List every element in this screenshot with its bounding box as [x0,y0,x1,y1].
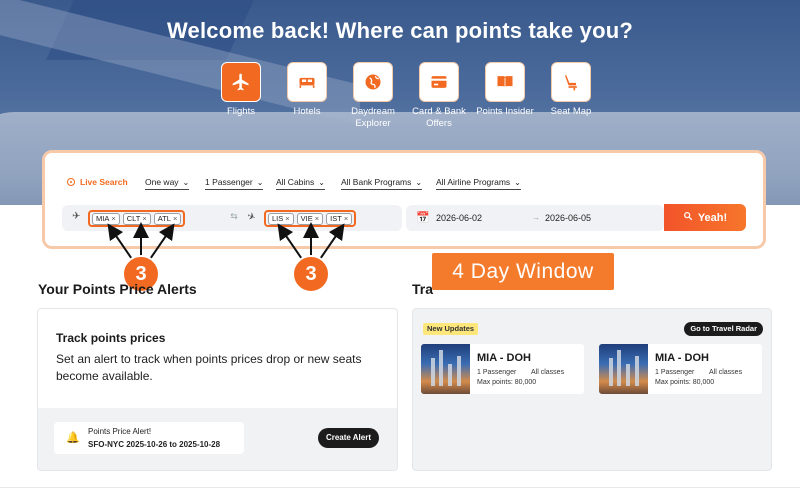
destination-code: IST [330,213,342,223]
takeoff-icon: ✈ [72,211,81,222]
cabin-select[interactable]: All Cabins ⌄ [276,177,325,190]
remove-chip-icon[interactable]: × [111,214,115,223]
go-to-travel-radar-button[interactable]: Go to Travel Radar [684,322,763,336]
nav-item-flights[interactable]: Flights [210,62,272,118]
chevron-down-icon: ⌄ [318,178,325,187]
deal-passengers: 1 Passenger [477,369,517,376]
search-panel: Live Search One way ⌄ 1 Passenger ⌄ All Ca… [42,150,766,249]
new-updates-badge: New Updates [423,323,479,335]
track-prices-title: Track points prices [56,331,166,345]
deal-cabin: All classes [709,369,743,376]
alerts-card: Track points prices Set an alert to trac… [37,308,398,471]
passenger-value: 1 Passenger [205,177,253,187]
origin-field[interactable]: MIA × CLT × ATL × [88,210,186,227]
city-skyline-image [599,344,648,394]
track-prices-description: Set an alert to track when points prices… [56,352,362,383]
landing-icon: ✈ [245,210,258,225]
bell-icon: 🔔 [66,432,80,444]
seat-icon [551,62,591,102]
alerts-section-title: Your Points Price Alerts [38,281,197,297]
trip-type-value: One way [145,177,179,187]
alert-footer: 🔔 Points Price Alert! SFO-NYC 2025-10-26… [38,408,397,470]
swap-icon[interactable]: ⇆ [224,211,244,227]
origin-code: MIA [96,213,110,223]
create-alert-button[interactable]: Create Alert [317,428,379,448]
radar-section-title: Tra [412,281,434,297]
deal-route: MIA - DOH [655,352,709,364]
chevron-down-icon: ⌄ [415,178,423,187]
origin-code: CLT [126,213,141,223]
chevron-down-icon: ⌄ [256,178,264,187]
category-nav: Flights Hotels Daydream Explorer Card & … [210,62,591,134]
destination-field[interactable]: LIS × VIE × IST × [264,210,357,227]
destination-code: VIE [300,213,313,223]
search-submit-label: Yeah! [697,211,728,224]
destination-code: LIS [272,213,284,223]
deal-passengers: 1 Passenger [655,369,695,376]
nav-item-label: Hotels [293,106,321,117]
bed-icon [287,62,327,102]
bank-programs-value: All Bank Programs [341,177,412,187]
date-window-label: 4 Day Window [432,253,614,290]
nav-item-points-insider[interactable]: Points Insider [474,62,536,118]
deal-card[interactable]: MIA - DOH 1 Passenger All classes Max po… [599,344,762,394]
trip-type-select[interactable]: One way ⌄ [145,177,190,190]
search-submit-button[interactable]: Yeah! [664,204,746,231]
globe-icon [353,62,393,102]
origin-chip[interactable]: ATL × [153,212,182,225]
live-dot-icon [67,178,75,186]
chevron-down-icon: ⌄ [182,178,190,187]
destination-chip[interactable]: LIS × [268,212,294,225]
credit-card-icon [419,62,459,102]
end-date[interactable]: 2026-06-05 [545,213,591,223]
calendar-icon: 📅 [416,212,430,224]
deal-card[interactable]: MIA - DOH 1 Passenger All classes Max po… [421,344,584,394]
destination-count-badge: 3 [292,255,330,293]
live-search-toggle[interactable]: Live Search [67,177,128,187]
airline-programs-value: All Airline Programs [436,177,511,187]
page-title: Welcome back! Where can points take you? [166,18,634,43]
origin-chip[interactable]: CLT × [122,212,151,225]
date-range-field[interactable]: 📅 2026-06-02 → 2026-06-05 [406,205,664,231]
start-date[interactable]: 2026-06-02 [436,213,482,223]
nav-item-daydream-explorer[interactable]: Daydream Explorer [342,62,404,130]
nav-item-label: Daydream Explorer [351,106,395,129]
deal-points: Max points: 80,000 [477,379,537,386]
passenger-select[interactable]: 1 Passenger ⌄ [205,177,264,190]
deal-route: MIA - DOH [477,352,531,364]
origin-chip[interactable]: MIA × [92,212,120,225]
nav-item-label: Seat Map [550,106,592,117]
book-icon [485,62,525,102]
alert-route: SFO-NYC 2025-10-26 to 2025-10-28 [88,440,221,449]
divider [0,487,800,488]
chevron-down-icon: ⌄ [514,178,521,187]
nav-item-card-bank-offers[interactable]: Card & Bank Offers [408,62,470,130]
remove-chip-icon[interactable]: × [285,214,289,223]
search-icon [683,211,693,224]
nav-item-hotels[interactable]: Hotels [276,62,338,118]
nav-item-seat-map[interactable]: Seat Map [540,62,602,118]
plane-icon [221,62,261,102]
nav-item-label: Points Insider [476,106,534,117]
destination-chip[interactable]: IST × [326,212,353,225]
deal-cabin: All classes [531,369,565,376]
remove-chip-icon[interactable]: × [344,214,348,223]
nav-item-label: Flights [227,106,255,117]
city-skyline-image [421,344,470,394]
live-search-label: Live Search [80,177,128,187]
alert-title: Points Price Alert! [88,427,152,436]
origin-code: ATL [157,213,171,223]
destination-chip[interactable]: VIE × [296,212,324,225]
price-alert-item[interactable]: 🔔 Points Price Alert! SFO-NYC 2025-10-26… [54,422,244,454]
bank-programs-select[interactable]: All Bank Programs ⌄ [341,177,423,190]
arrow-right-icon: → [532,213,540,222]
cabin-value: All Cabins [276,177,315,187]
remove-chip-icon[interactable]: × [173,214,177,223]
airline-programs-select[interactable]: All Airline Programs ⌄ [436,177,521,190]
nav-item-label: Card & Bank Offers [412,106,466,129]
remove-chip-icon[interactable]: × [315,214,319,223]
deal-points: Max points: 80,000 [655,379,715,386]
travel-radar-card: New Updates Go to Travel Radar MIA - DOH… [412,308,772,471]
remove-chip-icon[interactable]: × [142,214,146,223]
